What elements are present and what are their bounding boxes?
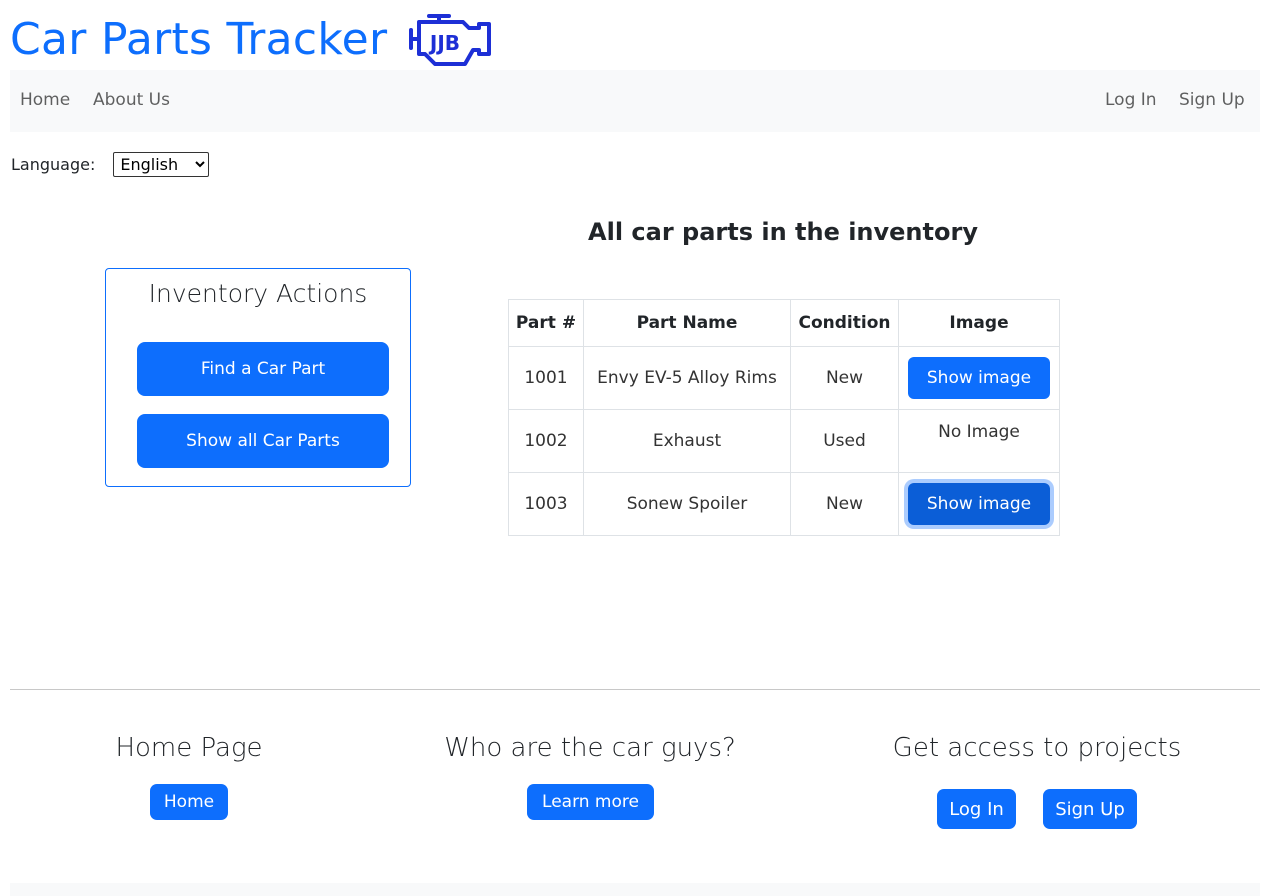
footer-signup-button[interactable]: Sign Up bbox=[1043, 789, 1137, 829]
footer-divider bbox=[10, 689, 1260, 690]
nav-home-link[interactable]: Home bbox=[20, 90, 70, 110]
column-header-condition: Condition bbox=[790, 299, 899, 347]
table-row: 1001 Envy EV-5 Alloy Rims New Show image bbox=[508, 346, 1060, 410]
cell-part-name: Sonew Spoiler bbox=[583, 472, 791, 536]
table-row: 1003 Sonew Spoiler New Show image bbox=[508, 472, 1060, 536]
cell-condition: New bbox=[790, 472, 899, 536]
language-row: Language: English bbox=[11, 152, 210, 177]
page-title: Car Parts Tracker bbox=[10, 13, 388, 65]
inventory-table: Part # Part Name Condition Image 1001 En… bbox=[508, 299, 1060, 536]
footer-about-title: Who are the car guys? bbox=[444, 733, 736, 763]
footer-login-button[interactable]: Log In bbox=[937, 789, 1016, 829]
cell-image: Show image bbox=[898, 472, 1060, 536]
show-image-button[interactable]: Show image bbox=[908, 483, 1050, 525]
language-label: Language: bbox=[11, 155, 96, 174]
table-row: 1002 Exhaust Used No Image bbox=[508, 409, 1060, 473]
cell-part-number: 1001 bbox=[508, 346, 584, 410]
nav-about-link[interactable]: About Us bbox=[93, 90, 170, 110]
cell-image: Show image bbox=[898, 346, 1060, 410]
inventory-actions-panel: Inventory Actions Find a Car Part Show a… bbox=[105, 268, 411, 487]
navbar: Home About Us Log In Sign Up bbox=[10, 70, 1260, 132]
cell-part-number: 1003 bbox=[508, 472, 584, 536]
find-car-part-button[interactable]: Find a Car Part bbox=[137, 342, 389, 396]
inventory-actions-title: Inventory Actions bbox=[148, 279, 368, 308]
cell-image: No Image bbox=[898, 409, 1060, 473]
logo-text: JJB bbox=[428, 31, 460, 55]
cell-part-name: Exhaust bbox=[583, 409, 791, 473]
column-header-part-number: Part # bbox=[508, 299, 584, 347]
cell-condition: Used bbox=[790, 409, 899, 473]
show-all-car-parts-button[interactable]: Show all Car Parts bbox=[137, 414, 389, 468]
footer-access-title: Get access to projects bbox=[892, 733, 1182, 763]
nav-signup-link[interactable]: Sign Up bbox=[1179, 90, 1245, 110]
footer-home-title: Home Page bbox=[115, 733, 263, 763]
table-header-row: Part # Part Name Condition Image bbox=[508, 299, 1060, 347]
language-select[interactable]: English bbox=[113, 152, 210, 177]
footer-home-button[interactable]: Home bbox=[150, 784, 228, 820]
bottom-bar bbox=[10, 883, 1260, 896]
footer-learn-more-button[interactable]: Learn more bbox=[527, 784, 654, 820]
cell-condition: New bbox=[790, 346, 899, 410]
inventory-title: All car parts in the inventory bbox=[588, 218, 978, 246]
show-image-button[interactable]: Show image bbox=[908, 357, 1050, 399]
no-image-text: No Image bbox=[938, 422, 1020, 442]
brand: Car Parts Tracker JJB bbox=[10, 8, 497, 70]
column-header-part-name: Part Name bbox=[583, 299, 791, 347]
column-header-image: Image bbox=[898, 299, 1060, 347]
nav-login-link[interactable]: Log In bbox=[1105, 90, 1157, 110]
engine-icon: JJB bbox=[409, 14, 492, 66]
cell-part-number: 1002 bbox=[508, 409, 584, 473]
cell-part-name: Envy EV-5 Alloy Rims bbox=[583, 346, 791, 410]
